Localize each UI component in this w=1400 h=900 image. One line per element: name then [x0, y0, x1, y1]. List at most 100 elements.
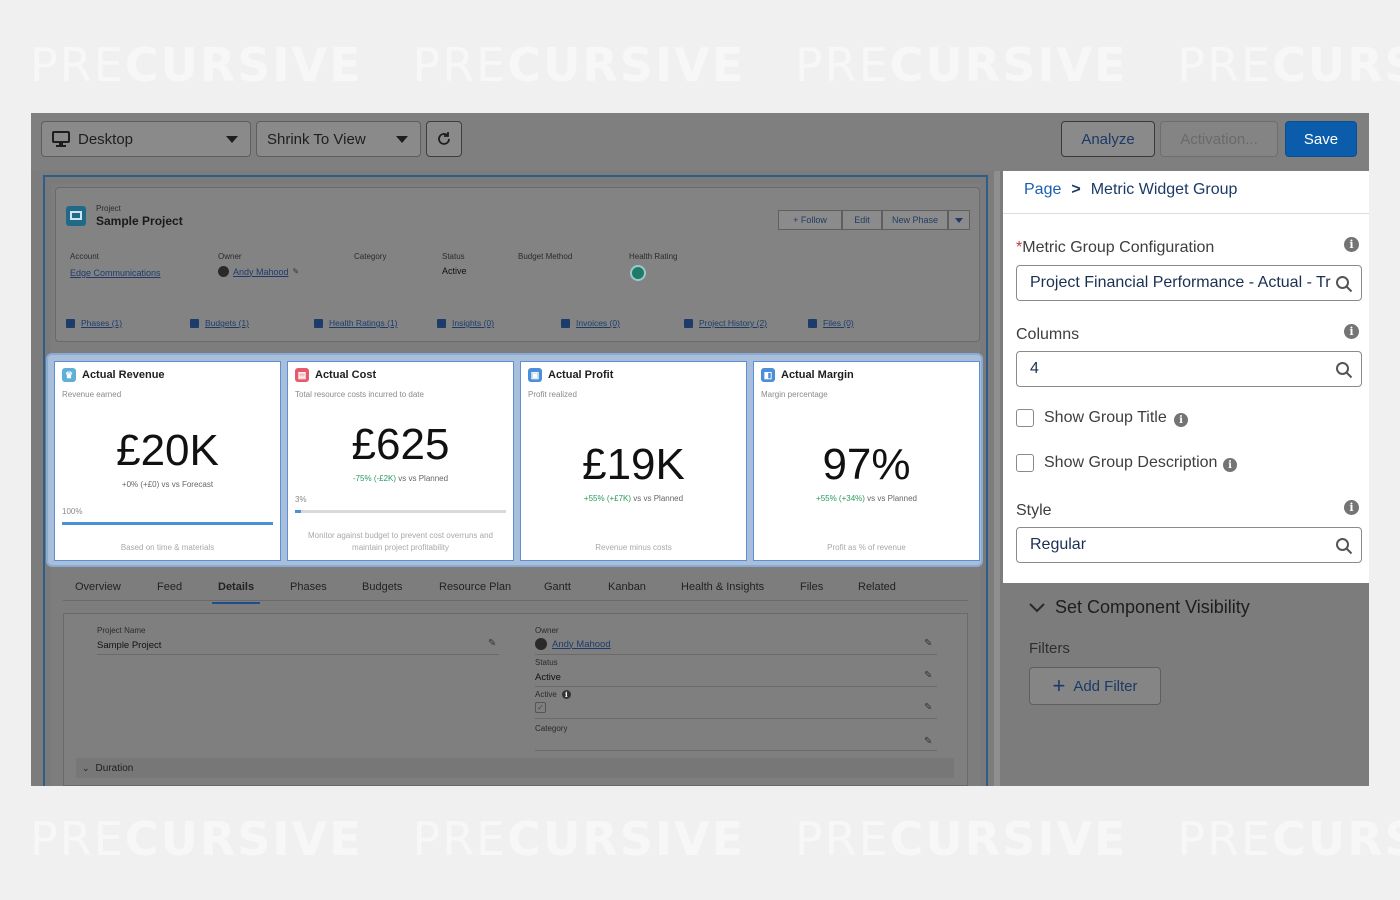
related-link-invoices[interactable]: Invoices (0) — [561, 318, 620, 328]
duration-section-header[interactable]: ⌄ Duration — [76, 758, 954, 778]
tab-related[interactable]: Related — [858, 581, 896, 593]
metric-subtitle: Revenue earned — [62, 390, 122, 399]
watermark-top: PRECURSIVE PRECURSIVE PRECURSIVE PRECURS… — [30, 38, 1400, 92]
tab-overview[interactable]: Overview — [75, 581, 121, 593]
tab-details[interactable]: Details — [211, 581, 261, 604]
properties-panel: Page > Metric Widget Group *Metric Group… — [1003, 171, 1369, 583]
avatar — [535, 638, 547, 650]
metric-value: £20K — [116, 426, 219, 475]
chevron-down-icon — [396, 136, 408, 143]
info-icon[interactable]: i — [1344, 324, 1359, 339]
metric-card-actual-margin[interactable]: ◧ Actual Margin Margin percentage 97% +55… — [753, 361, 980, 561]
related-link-phases[interactable]: Phases (1) — [66, 318, 122, 328]
tab-kanban[interactable]: Kanban — [608, 581, 646, 593]
more-actions-button[interactable] — [948, 210, 970, 230]
change-owner-icon[interactable]: ✎ — [293, 267, 300, 276]
show-group-title-checkbox[interactable] — [1016, 409, 1034, 427]
related-link-project-history[interactable]: Project History (2) — [684, 318, 767, 328]
show-group-title-label: Show Group Title — [1044, 409, 1167, 426]
info-icon[interactable]: i — [1223, 458, 1237, 472]
columns-label: Columns — [1016, 326, 1080, 343]
related-link-budgets[interactable]: Budgets (1) — [190, 318, 249, 328]
active-label: Active i — [535, 690, 571, 699]
metric-title: Actual Profit — [548, 369, 614, 381]
add-filter-button[interactable]: + Add Filter — [1029, 667, 1161, 705]
metric-value: £19K — [582, 440, 685, 489]
show-group-description-checkbox[interactable] — [1016, 454, 1034, 472]
project-name-label: Project Name — [97, 626, 146, 635]
tab-phases[interactable]: Phases — [290, 581, 327, 593]
field-account-label: Account — [70, 252, 99, 261]
metric-footer: Based on time & materials — [120, 543, 215, 552]
owner-value[interactable]: Andy Mahood — [552, 639, 611, 650]
info-icon[interactable]: i — [1344, 237, 1359, 252]
info-icon[interactable]: i — [1174, 413, 1188, 427]
divider — [97, 654, 499, 655]
visibility-section-header[interactable]: Set Component Visibility — [1029, 597, 1250, 618]
config-lookup-input[interactable]: Project Financial Performance - Actual -… — [1016, 265, 1362, 301]
follow-button[interactable]: + Follow — [778, 210, 842, 230]
edit-button[interactable]: Edit — [842, 210, 882, 230]
divider — [535, 686, 937, 687]
chevron-down-icon — [226, 136, 238, 143]
project-name-value: Sample Project — [97, 640, 162, 651]
record-header[interactable]: Project Sample Project + Follow Edit New… — [55, 187, 980, 342]
tab-health-insights[interactable]: Health & Insights — [681, 581, 764, 593]
expense-icon: ▤ — [295, 368, 309, 382]
analyze-button[interactable]: Analyze — [1061, 121, 1155, 157]
tab-resource-plan[interactable]: Resource Plan — [439, 581, 511, 593]
activation-button[interactable]: Activation... — [1160, 121, 1278, 157]
device-select[interactable]: Desktop — [41, 121, 251, 157]
active-checkbox[interactable]: ✓ — [535, 702, 546, 713]
refresh-button[interactable] — [426, 121, 462, 157]
field-account-value[interactable]: Edge Communications — [70, 268, 161, 278]
metric-comparison: -75% (-£2K) vs vs Planned — [352, 474, 449, 483]
health-rating-indicator — [630, 265, 646, 281]
money-icon: ▣ — [528, 368, 542, 382]
related-link-files[interactable]: Files (0) — [808, 318, 854, 328]
style-input[interactable]: Regular — [1016, 527, 1362, 563]
status-label: Status — [535, 658, 558, 667]
metric-card-actual-cost[interactable]: ▤ Actual Cost Total resource costs incurr… — [287, 361, 514, 561]
edit-pencil-icon[interactable]: ✎ — [924, 702, 932, 713]
progress-bar — [295, 510, 506, 513]
style-value: Regular — [1030, 536, 1087, 553]
edit-pencil-icon[interactable]: ✎ — [488, 638, 496, 649]
metric-card-actual-revenue[interactable]: ♛ Actual Revenue Revenue earned £20K +0% … — [54, 361, 281, 561]
project-icon — [66, 206, 86, 226]
metric-comparison: +0% (+£0) vs vs Forecast — [121, 480, 214, 489]
builder-toolbar: Desktop Shrink To View Analyze Activatio… — [31, 113, 1369, 171]
related-link-insights[interactable]: Insights (0) — [437, 318, 494, 328]
change-owner-icon[interactable]: ✎ — [924, 638, 932, 649]
chevron-down-icon: ⌄ — [82, 762, 90, 773]
columns-input[interactable]: 4 — [1016, 351, 1362, 387]
record-tabs: Overview Feed Details Phases Budgets Res… — [63, 571, 968, 604]
metric-footer: Monitor against budget to prevent cost o… — [308, 531, 493, 552]
record-object-label: Project — [96, 204, 121, 213]
tab-budgets[interactable]: Budgets — [362, 581, 402, 593]
device-select-label: Desktop — [78, 130, 134, 148]
tab-feed[interactable]: Feed — [157, 581, 182, 593]
metric-subtitle: Total resource costs incurred to date — [295, 390, 424, 399]
field-status-label: Status — [442, 252, 465, 261]
new-phase-button[interactable]: New Phase — [882, 210, 948, 230]
edit-pencil-icon[interactable]: ✎ — [924, 736, 932, 747]
breadcrumb-page-link[interactable]: Page — [1024, 181, 1061, 199]
related-link-health-ratings[interactable]: Health Ratings (1) — [314, 318, 398, 328]
tab-files[interactable]: Files — [800, 581, 823, 593]
visibility-section: Set Component Visibility Filters + Add F… — [1003, 583, 1369, 786]
metric-widget-group[interactable]: ♛ Actual Revenue Revenue earned £20K +0% … — [46, 353, 983, 567]
info-icon[interactable]: i — [1344, 500, 1359, 515]
tab-gantt[interactable]: Gantt — [544, 581, 571, 593]
field-owner-value[interactable]: Andy Mahood — [233, 267, 289, 277]
view-select[interactable]: Shrink To View — [256, 121, 421, 157]
field-category-label: Category — [354, 252, 387, 261]
edit-pencil-icon[interactable]: ✎ — [924, 670, 932, 681]
metric-title: Actual Margin — [781, 369, 854, 381]
canvas-scrollbar[interactable] — [994, 171, 1000, 786]
config-label: *Metric Group Configuration — [1016, 239, 1215, 256]
info-icon[interactable]: i — [561, 690, 571, 699]
field-health-rating-label: Health Rating — [629, 252, 678, 261]
metric-card-actual-profit[interactable]: ▣ Actual Profit Profit realized £19K +55%… — [520, 361, 747, 561]
save-button[interactable]: Save — [1285, 121, 1357, 157]
